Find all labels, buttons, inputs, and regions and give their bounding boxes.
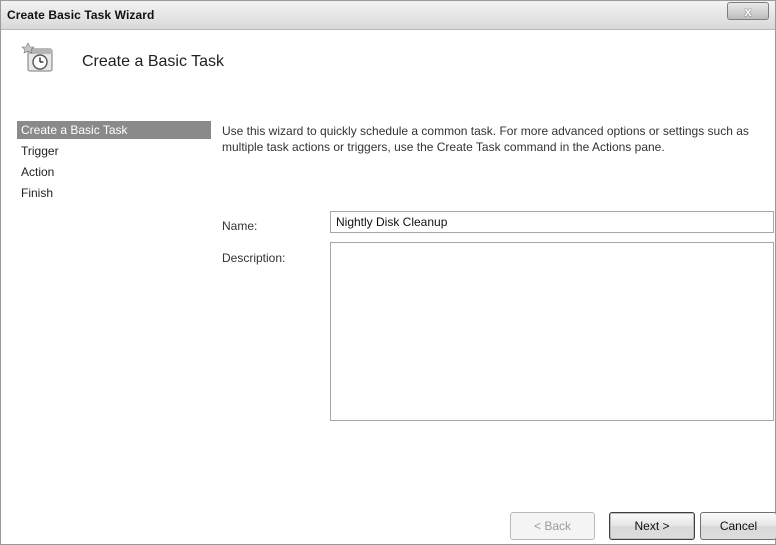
close-icon: x bbox=[744, 3, 752, 19]
nav-step-create-basic-task[interactable]: Create a Basic Task bbox=[17, 121, 211, 139]
name-label: Name: bbox=[222, 219, 258, 233]
name-input[interactable] bbox=[330, 211, 774, 233]
wizard-content: Use this wizard to quickly schedule a co… bbox=[222, 123, 772, 155]
wizard-steps-nav: Create a Basic Task Trigger Action Finis… bbox=[17, 121, 211, 205]
next-button[interactable]: Next > bbox=[609, 512, 695, 540]
nav-step-finish[interactable]: Finish bbox=[17, 184, 211, 202]
nav-step-action[interactable]: Action bbox=[17, 163, 211, 181]
title-bar[interactable]: Create Basic Task Wizard x bbox=[1, 1, 775, 30]
description-textarea[interactable] bbox=[330, 242, 774, 421]
description-label: Description: bbox=[222, 251, 286, 265]
window-title: Create Basic Task Wizard bbox=[7, 8, 155, 22]
cancel-button[interactable]: Cancel bbox=[700, 512, 776, 540]
scheduled-task-clock-icon bbox=[21, 42, 53, 72]
page-title: Create a Basic Task bbox=[82, 53, 224, 70]
intro-text: Use this wizard to quickly schedule a co… bbox=[222, 124, 749, 154]
nav-step-trigger[interactable]: Trigger bbox=[17, 142, 211, 160]
back-button[interactable]: < Back bbox=[510, 512, 595, 540]
close-button[interactable]: x bbox=[727, 2, 769, 20]
wizard-header: Create a Basic Task bbox=[9, 39, 769, 79]
wizard-window: Create Basic Task Wizard x Create a Basi… bbox=[0, 0, 776, 545]
